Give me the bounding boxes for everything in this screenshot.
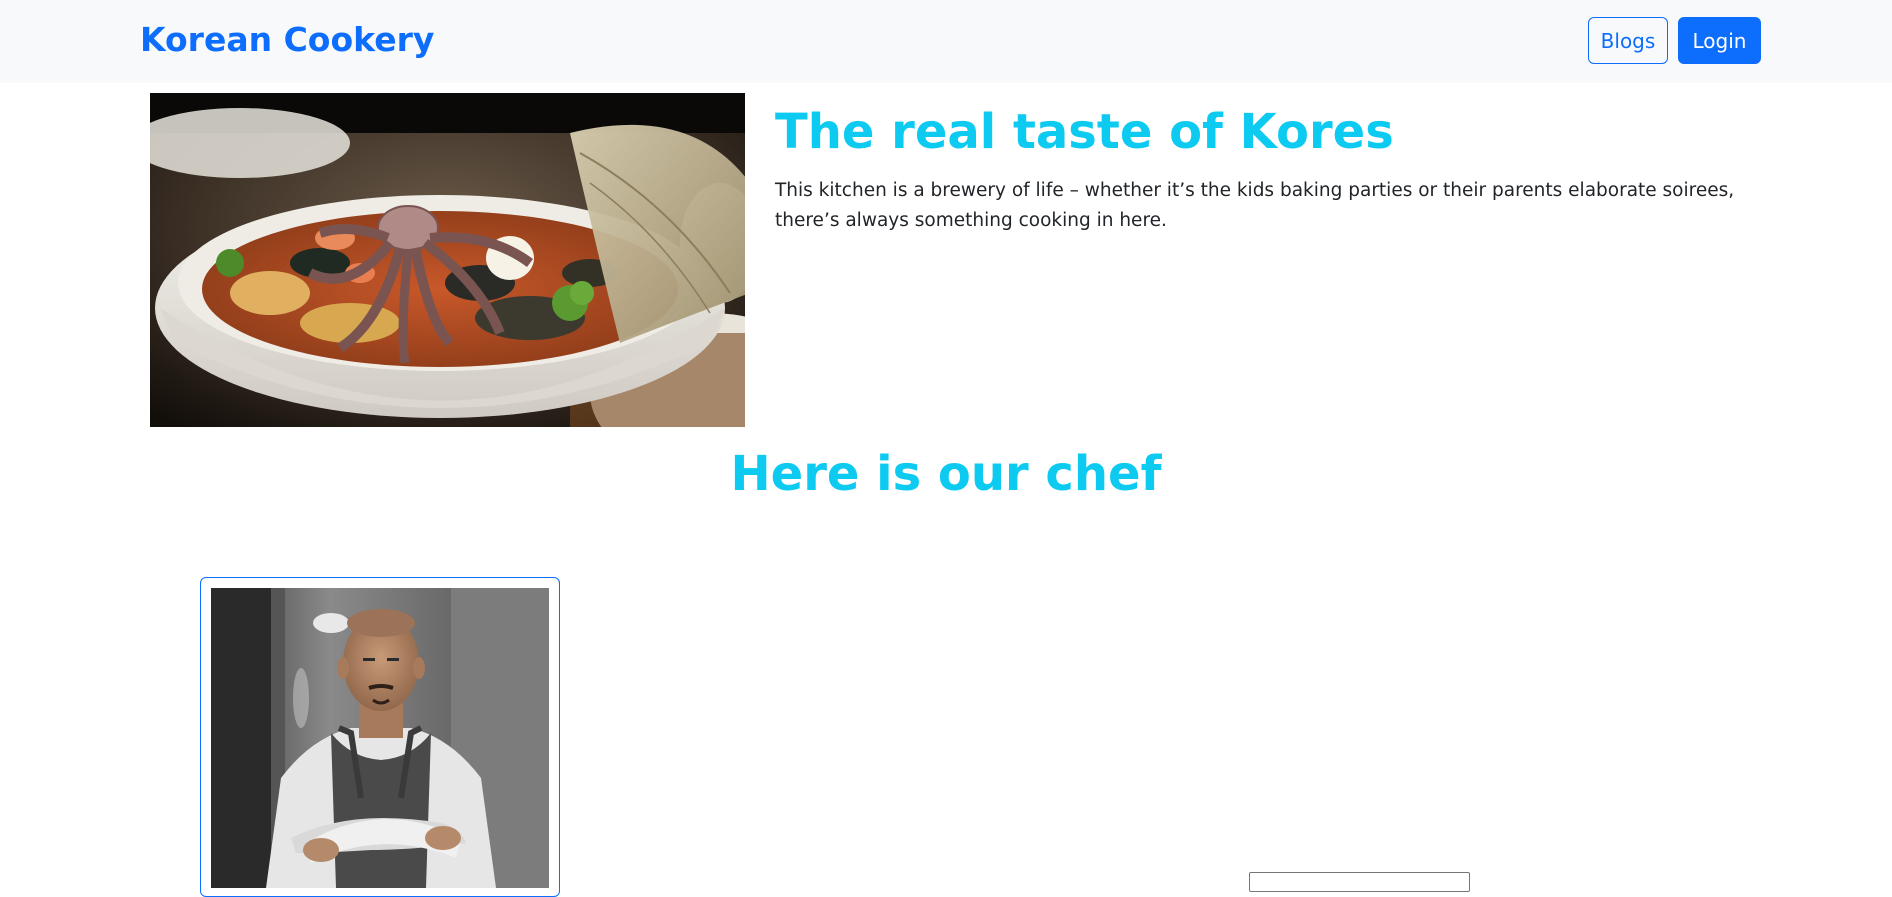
chef-section-heading: Here is our chef — [730, 446, 1162, 502]
top-navbar: Korean Cookery Blogs Login — [0, 0, 1892, 83]
hero-description: This kitchen is a brewery of life – whet… — [775, 180, 1735, 231]
login-button[interactable]: Login — [1678, 17, 1761, 64]
blogs-button[interactable]: Blogs — [1588, 17, 1668, 64]
hero-food-image — [150, 93, 745, 427]
chef-card — [200, 577, 560, 897]
partial-input-field[interactable] — [1249, 872, 1470, 892]
chef-photo — [211, 588, 549, 888]
brand-link[interactable]: Korean Cookery — [140, 20, 434, 59]
hero-title: The real taste of Kores — [775, 104, 1394, 160]
